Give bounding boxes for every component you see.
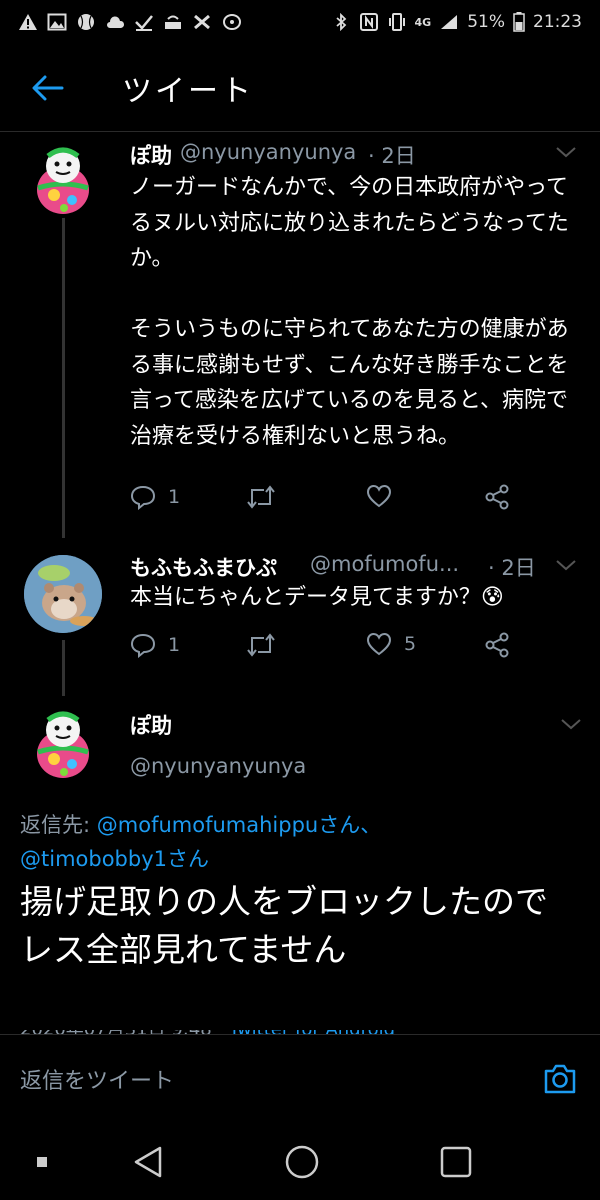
tweet-actions: 1 — [130, 484, 510, 514]
user-handle[interactable]: @nyunyanyunya — [180, 140, 356, 164]
reply-mention[interactable]: @timobobby1さん — [20, 847, 209, 871]
notification-icons — [18, 13, 241, 31]
share-button[interactable] — [484, 484, 510, 510]
user-handle[interactable]: @nyunyanyunya — [130, 754, 306, 778]
back-arrow-icon — [32, 75, 64, 100]
bluetooth-icon — [335, 13, 346, 31]
system-indicators: 4G 51% 21:23 — [331, 12, 582, 32]
like-icon — [366, 632, 392, 656]
thread-connector — [62, 216, 65, 538]
like-button[interactable] — [366, 484, 404, 508]
reply-input[interactable]: 返信をツイート — [20, 1063, 174, 1095]
tools-icon — [194, 14, 210, 30]
chevron-down-icon[interactable] — [555, 145, 577, 159]
share-button[interactable] — [484, 632, 510, 658]
reply-icon — [130, 485, 156, 510]
tweet-text: 揚げ足取りの人をブロックしたので レス全部見れてません — [20, 882, 548, 969]
user-handle[interactable]: @mofumofu... — [310, 552, 459, 576]
display-name[interactable]: ぽ助 — [130, 140, 172, 170]
reply-prefix: 返信先: — [20, 813, 97, 837]
nav-recents-button[interactable] — [436, 1142, 476, 1182]
retweet-icon — [247, 485, 275, 509]
retweet-button[interactable] — [246, 632, 288, 658]
tweet-time: · 2日 — [368, 144, 416, 168]
page-title: ツイート — [122, 73, 254, 109]
tweet-actions: 1 5 — [130, 632, 510, 662]
baseball-icon — [78, 14, 94, 30]
share-icon — [485, 632, 509, 658]
reply-button[interactable]: 1 — [130, 484, 180, 510]
battery-percent: 51% — [467, 12, 505, 32]
system-nav-bar — [0, 1122, 600, 1200]
back-button[interactable] — [18, 58, 78, 118]
square-recents-icon — [440, 1146, 472, 1178]
like-count: 5 — [404, 633, 417, 655]
doll-avatar-image — [37, 711, 89, 778]
nav-menu-button[interactable] — [22, 1142, 62, 1182]
reply-icon — [130, 633, 156, 658]
camera-icon[interactable] — [542, 1061, 578, 1097]
tweet-time: · 2日 — [488, 556, 536, 580]
nav-back-button[interactable] — [128, 1142, 168, 1182]
doll-avatar-image — [37, 147, 89, 214]
app-header: ツイート — [0, 44, 600, 132]
battery-icon — [513, 12, 525, 32]
signal-icon — [441, 15, 458, 29]
reply-compose-bar[interactable]: 返信をツイート — [0, 1034, 600, 1122]
avatar[interactable] — [24, 555, 102, 633]
display-name[interactable]: もふもふまひぷ — [130, 552, 277, 582]
warning-icon — [19, 14, 37, 30]
checkmark-icon — [135, 15, 153, 31]
chevron-down-icon[interactable] — [555, 558, 577, 572]
clock: 21:23 — [533, 12, 582, 32]
status-bar: 4G 51% 21:23 — [0, 0, 600, 44]
like-icon — [366, 484, 392, 508]
chevron-down-icon[interactable] — [560, 717, 582, 731]
reply-separator: 、 — [360, 813, 382, 837]
image-icon — [47, 13, 67, 31]
tweet-text: ノーガードなんかで、今の日本政府がやってるヌルい対応に放り込まれたらどうなってた… — [130, 175, 569, 449]
triangle-back-icon — [134, 1146, 162, 1178]
nfc-icon — [359, 13, 378, 31]
circle-home-icon — [285, 1145, 319, 1179]
nav-home-button[interactable] — [282, 1142, 322, 1182]
display-name[interactable]: ぽ助 — [130, 710, 172, 740]
reply-count: 1 — [168, 486, 181, 508]
vibrate-icon — [388, 13, 405, 31]
avatar[interactable] — [24, 704, 102, 782]
replying-to: 返信先: @mofumofumahippuさん、 @timobobby1さん — [20, 808, 580, 876]
retweet-icon — [247, 633, 275, 657]
speech-app-icon — [223, 14, 241, 30]
square-dot-icon — [37, 1157, 47, 1167]
router-icon — [165, 15, 181, 29]
reply-count: 1 — [168, 634, 181, 656]
thread-connector — [62, 640, 65, 696]
cloud-icon — [107, 16, 125, 28]
avatar[interactable] — [24, 140, 102, 218]
hamster-avatar-image — [24, 555, 102, 633]
share-icon — [485, 484, 509, 510]
reply-button[interactable]: 1 — [130, 632, 180, 658]
reply-mention[interactable]: @mofumofumahippuさん — [97, 813, 360, 837]
like-button[interactable]: 5 — [366, 632, 416, 656]
retweet-button[interactable] — [246, 484, 288, 510]
tweet-text: 本当にちゃんとデータ見てますか？😰 — [130, 585, 504, 610]
network-type: 4G — [414, 15, 432, 29]
